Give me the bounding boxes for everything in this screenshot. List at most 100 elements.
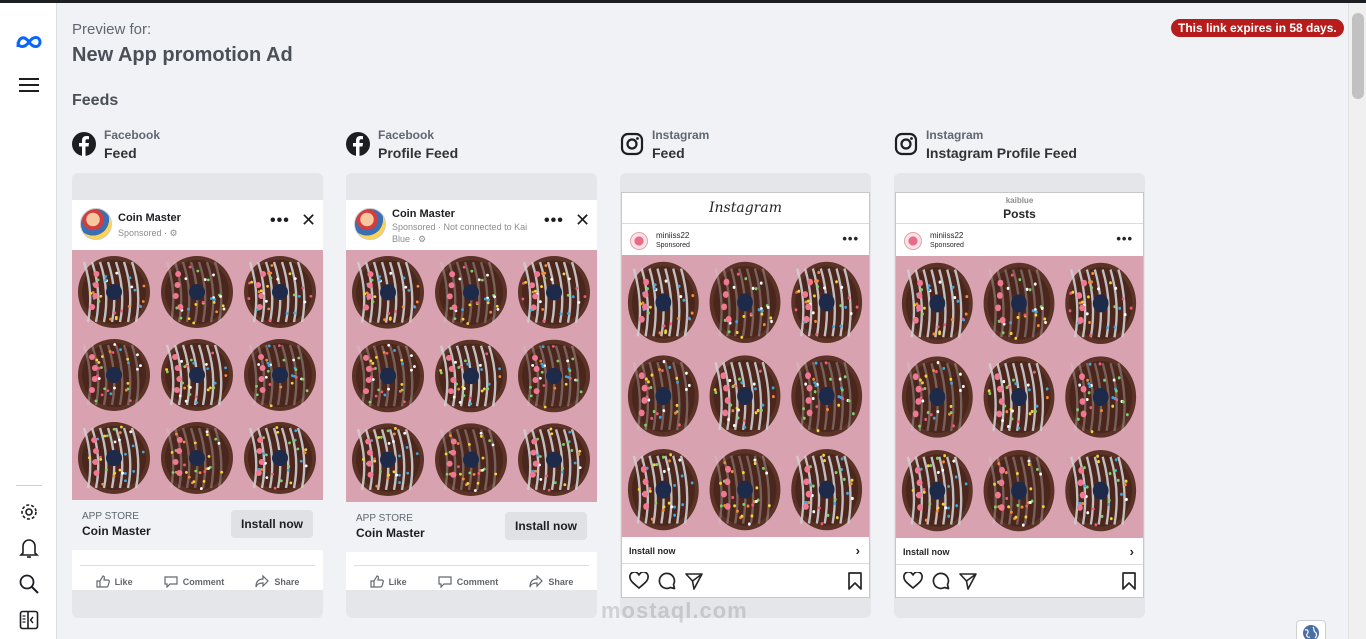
profile-username: kaiblue xyxy=(1005,196,1034,205)
platform-label: Instagram xyxy=(926,128,984,142)
install-now-row[interactable]: Install now › xyxy=(896,538,1143,565)
avatar xyxy=(354,208,386,240)
share-label: Share xyxy=(548,576,574,587)
sidebar xyxy=(0,3,57,639)
like-button[interactable]: Like xyxy=(369,575,407,588)
page-name[interactable]: Coin Master xyxy=(392,208,455,220)
chevron-right-icon: › xyxy=(855,543,860,558)
instagram-logo: Instagram xyxy=(709,200,782,216)
section-heading: Feeds xyxy=(72,92,119,109)
install-now-row[interactable]: Install now › xyxy=(622,537,869,564)
ig-action-bar xyxy=(629,569,862,593)
thumbs-up-icon xyxy=(369,575,384,588)
like-label: Like xyxy=(388,576,407,587)
send-icon[interactable] xyxy=(685,572,703,590)
bookmark-icon[interactable] xyxy=(1122,572,1136,590)
scrollbar-thumb[interactable] xyxy=(1352,13,1364,99)
like-button[interactable]: Like xyxy=(95,575,133,588)
fb-post: Coin Master Sponsored · Not connected to… xyxy=(346,200,597,590)
ad-image[interactable] xyxy=(896,256,1143,538)
cta-app-name: Coin Master xyxy=(356,526,425,540)
donuts-photo xyxy=(72,250,323,500)
fb-post: Coin Master Sponsored · ⚙ ••• ✕ APP STOR… xyxy=(72,200,323,590)
platform-label: Facebook xyxy=(378,128,435,142)
ad-image[interactable] xyxy=(346,250,597,502)
cta-bar: APP STORE Coin Master Install now xyxy=(346,502,597,552)
scrollbar[interactable] xyxy=(1348,3,1366,639)
ad-image[interactable] xyxy=(622,255,869,537)
sponsored-label: Sponsored xyxy=(930,242,964,249)
thumbs-up-icon xyxy=(95,575,110,588)
avatar xyxy=(630,232,648,250)
page-title: New App promotion Ad xyxy=(72,44,293,66)
page-name[interactable]: Coin Master xyxy=(118,212,181,224)
install-now-button[interactable]: Install now xyxy=(504,512,587,540)
heart-icon[interactable] xyxy=(903,572,923,590)
watermark: mostaql.com xyxy=(601,598,748,623)
main-content: Preview for: New App promotion Ad This l… xyxy=(57,3,1347,639)
sponsored-label: Sponsored · ⚙ xyxy=(118,228,178,238)
sponsored-label: Sponsored xyxy=(656,242,690,249)
placement-label: Feed xyxy=(104,145,137,161)
install-now-button[interactable]: Install now xyxy=(230,510,313,538)
more-options-icon[interactable]: ••• xyxy=(270,212,290,230)
comment-button[interactable]: Comment xyxy=(164,575,225,588)
menu-icon[interactable] xyxy=(14,72,44,98)
share-icon xyxy=(255,575,270,588)
instagram-icon xyxy=(620,132,644,156)
username[interactable]: miniiss22 xyxy=(930,231,963,240)
search-icon[interactable] xyxy=(14,571,44,597)
placement-header-ig-profile: Instagram Instagram Profile Feed xyxy=(894,127,1144,163)
placement-header-fb-feed: Facebook Feed xyxy=(72,127,322,163)
panel-toggle-icon[interactable] xyxy=(14,607,44,633)
facebook-icon xyxy=(346,132,370,156)
globe-icon[interactable] xyxy=(1296,620,1326,639)
heart-icon[interactable] xyxy=(629,572,649,590)
share-icon xyxy=(529,575,544,588)
cta-app-name: Coin Master xyxy=(82,524,151,538)
preview-for-label: Preview for: xyxy=(72,21,152,38)
donuts-photo xyxy=(896,256,1143,538)
preview-card-ig-feed[interactable]: Instagram miniiss22 Sponsored ••• Instal… xyxy=(620,173,871,618)
close-icon[interactable]: ✕ xyxy=(301,210,316,231)
more-options-icon[interactable]: ••• xyxy=(842,231,859,246)
avatar xyxy=(904,232,922,250)
comment-button[interactable]: Comment xyxy=(438,575,499,588)
cta-source: APP STORE xyxy=(356,513,413,524)
comment-icon[interactable] xyxy=(658,572,676,590)
bookmark-icon[interactable] xyxy=(848,572,862,590)
cta-source: APP STORE xyxy=(82,511,139,522)
ad-image[interactable] xyxy=(72,250,323,500)
ig-profile-header: kaiblue Posts xyxy=(896,193,1143,224)
gear-icon[interactable] xyxy=(14,499,44,525)
more-options-icon[interactable]: ••• xyxy=(544,212,564,230)
avatar xyxy=(80,208,112,240)
ig-action-bar xyxy=(903,569,1136,593)
bell-icon[interactable] xyxy=(14,535,44,561)
share-button[interactable]: Share xyxy=(529,575,573,588)
preview-card-ig-profile[interactable]: kaiblue Posts miniiss22 Sponsored ••• In… xyxy=(894,173,1145,618)
placement-header-fb-profile: Facebook Profile Feed xyxy=(346,127,596,163)
send-icon[interactable] xyxy=(959,572,977,590)
close-icon[interactable]: ✕ xyxy=(575,210,590,231)
comment-icon xyxy=(438,576,452,588)
placement-label: Profile Feed xyxy=(378,145,459,161)
username[interactable]: miniiss22 xyxy=(656,231,689,240)
facebook-icon xyxy=(72,132,96,156)
chevron-right-icon: › xyxy=(1129,544,1134,559)
preview-card-fb-profile[interactable]: Coin Master Sponsored · Not connected to… xyxy=(346,173,597,618)
donuts-photo xyxy=(622,255,869,537)
install-now-label: Install now xyxy=(903,547,950,557)
comment-label: Comment xyxy=(182,576,225,587)
placement-label: Feed xyxy=(652,145,685,161)
platform-label: Instagram xyxy=(652,128,710,142)
more-options-icon[interactable]: ••• xyxy=(1116,231,1133,246)
share-button[interactable]: Share xyxy=(255,575,299,588)
comment-label: Comment xyxy=(456,576,499,587)
comment-icon xyxy=(164,576,178,588)
comment-icon[interactable] xyxy=(932,572,950,590)
sidebar-divider xyxy=(16,485,42,486)
preview-card-fb-feed[interactable]: Coin Master Sponsored · ⚙ ••• ✕ APP STOR… xyxy=(72,173,323,618)
expiry-badge: This link expires in 58 days. xyxy=(1171,19,1344,37)
meta-logo-icon[interactable] xyxy=(14,29,44,55)
